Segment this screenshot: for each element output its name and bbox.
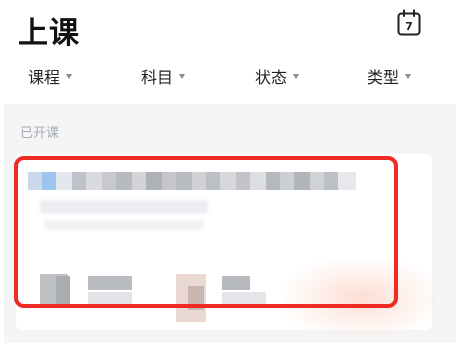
- redacted-teacher-name: [88, 276, 132, 290]
- caret-down-icon: [405, 73, 412, 79]
- filter-course[interactable]: 课程: [28, 64, 73, 88]
- redacted-time-info: [222, 292, 266, 304]
- filter-bar: 课程 科目 状态 类型: [0, 64, 456, 90]
- filter-type-label: 类型: [367, 68, 400, 87]
- course-page: 上课 7 课程 科目 状态 类型 已开课: [0, 0, 456, 343]
- calendar-button[interactable]: 7: [396, 9, 422, 37]
- redacted-teacher-info: [88, 292, 132, 304]
- redacted-course-title: [28, 172, 358, 190]
- page-title: 上课: [18, 16, 80, 51]
- filter-type[interactable]: 类型: [367, 64, 412, 88]
- filter-status[interactable]: 状态: [255, 64, 300, 88]
- calendar-day: 7: [405, 20, 413, 33]
- filter-subject-label: 科目: [141, 68, 174, 87]
- redacted-subtitle-2: [44, 220, 204, 230]
- redacted-subtitle: [40, 200, 208, 214]
- redacted-avatar-2-shade: [188, 286, 204, 310]
- redacted-avatar-shade: [56, 276, 70, 304]
- redacted-time: [222, 276, 250, 290]
- filter-subject[interactable]: 科目: [141, 64, 186, 88]
- caret-down-icon: [293, 73, 300, 79]
- caret-down-icon: [66, 73, 73, 79]
- calendar-icon: 7: [397, 9, 421, 36]
- page-header: 上课 7: [0, 0, 456, 58]
- section-started-label: 已开课: [20, 126, 60, 141]
- filter-status-label: 状态: [255, 68, 288, 87]
- filter-course-label: 课程: [28, 68, 61, 87]
- caret-down-icon: [179, 73, 186, 79]
